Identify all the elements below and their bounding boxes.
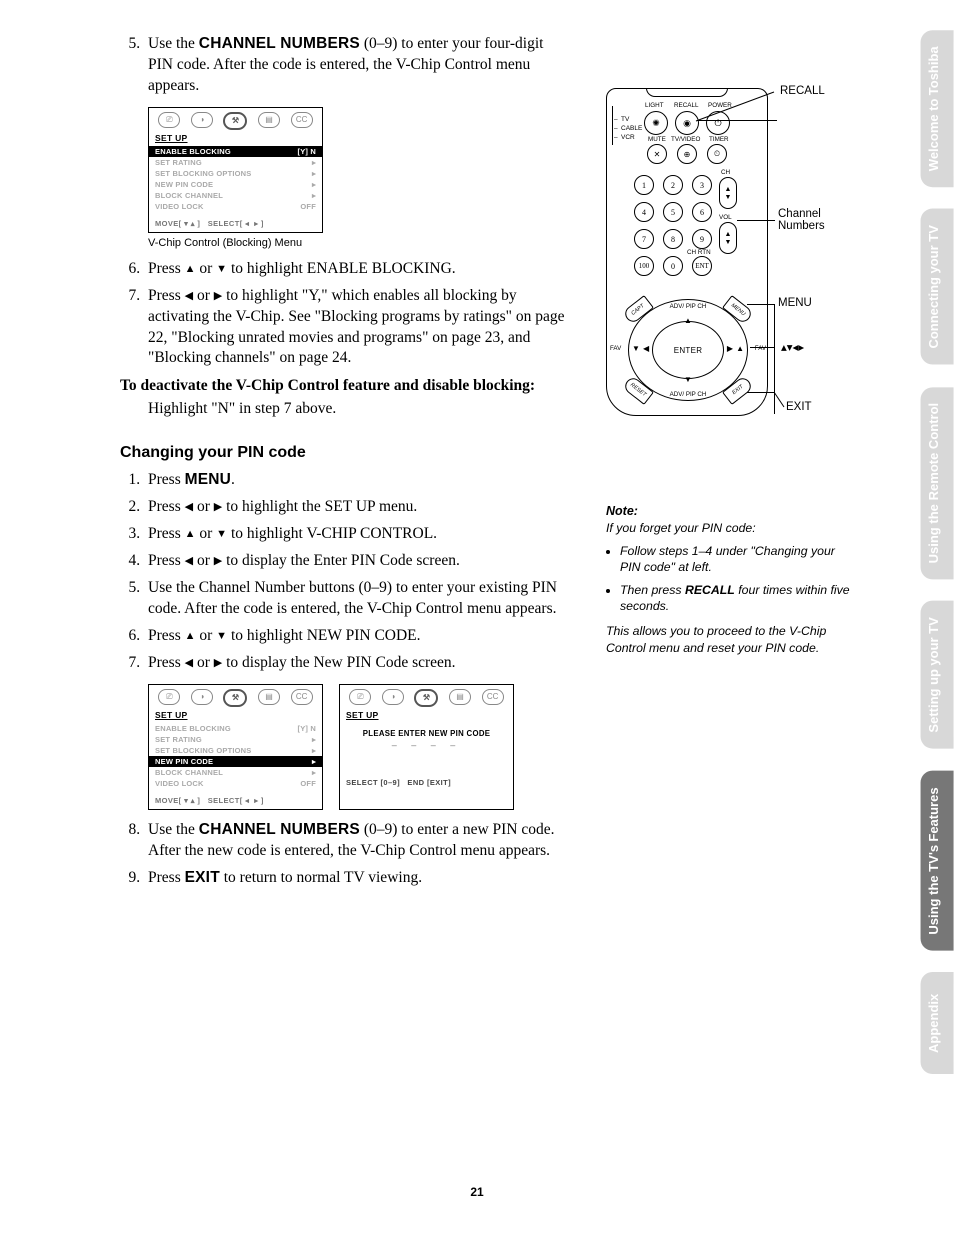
tab-connecting[interactable]: Connecting your TV xyxy=(921,209,954,365)
note-bullet-1: Follow steps 1–4 under "Changing your PI… xyxy=(620,543,856,576)
s2-step1: Press MENU. xyxy=(144,470,570,491)
num-5[interactable]: 5 xyxy=(663,202,683,222)
deactivate-heading: To deactivate the V-Chip Control feature… xyxy=(120,377,570,395)
osd-pin-entry: ⎚◑⚒▤CC SET UP PLEASE ENTER NEW PIN CODE … xyxy=(339,684,514,810)
tab-appendix[interactable]: Appendix xyxy=(921,972,954,1074)
num-8[interactable]: 8 xyxy=(663,229,683,249)
main-text-column: Use the CHANNEL NUMBERS (0–9) to enter y… xyxy=(120,34,570,894)
num-1[interactable]: 1 xyxy=(634,175,654,195)
ent-button[interactable]: ENT xyxy=(692,256,712,276)
num-9[interactable]: 9 xyxy=(692,229,712,249)
section-changing-pin: Changing your PIN code xyxy=(120,444,570,462)
vol-rocker[interactable]: ▲▼ xyxy=(719,222,737,254)
tab-welcome[interactable]: Welcome to Toshiba xyxy=(921,30,954,187)
s2-step9: Press EXIT to return to normal TV viewin… xyxy=(144,868,570,889)
num-2[interactable]: 2 xyxy=(663,175,683,195)
s2-step3: Press ▲ or ▼ to highlight V-CHIP CONTROL… xyxy=(144,524,570,545)
page-number: 21 xyxy=(470,1185,483,1199)
s2-step7: Press ◀ or ▶ to display the New PIN Code… xyxy=(144,653,570,674)
s2-step4: Press ◀ or ▶ to display the Enter PIN Co… xyxy=(144,551,570,572)
step-6: Press ▲ or ▼ to highlight ENABLE BLOCKIN… xyxy=(144,259,570,280)
enter-button[interactable]: ENTER xyxy=(652,321,724,379)
callout-menu: MENU xyxy=(778,297,812,309)
mode-selector[interactable]: TV CABLE VCR xyxy=(614,115,642,142)
osd-pair: ⎚◑⚒▤CC SET UP ENABLE BLOCKING[Y] N SET R… xyxy=(148,684,570,810)
timer-button[interactable]: ⏲ xyxy=(707,144,727,164)
note-tail: This allows you to proceed to the V-Chip… xyxy=(606,623,856,656)
s2-step8: Use the CHANNEL NUMBERS (0–9) to enter a… xyxy=(144,820,570,862)
num-0[interactable]: 0 xyxy=(663,256,683,276)
ch-rocker[interactable]: ▲▼ xyxy=(719,177,737,209)
num-4[interactable]: 4 xyxy=(634,202,654,222)
callout-numbers: Channel Numbers xyxy=(778,208,825,232)
s2-step6: Press ▲ or ▼ to highlight NEW PIN CODE. xyxy=(144,626,570,647)
tvvideo-button[interactable]: ⊕ xyxy=(677,144,697,164)
num-100[interactable]: 100 xyxy=(634,256,654,276)
osd-1-caption: V-Chip Control (Blocking) Menu xyxy=(148,237,570,249)
mute-button[interactable]: ✕ xyxy=(647,144,667,164)
note-intro: If you forget your PIN code: xyxy=(606,520,856,537)
s2-step2: Press ◀ or ▶ to highlight the SET UP men… xyxy=(144,497,570,518)
exit-button[interactable]: EXIT xyxy=(722,375,754,405)
osd-menu-1: ⎚◑⚒▤CC SET UP ENABLE BLOCKING[Y] N SET R… xyxy=(148,107,323,233)
tab-remote[interactable]: Using the Remote Control xyxy=(921,387,954,579)
osd-menu-2: ⎚◑⚒▤CC SET UP ENABLE BLOCKING[Y] N SET R… xyxy=(148,684,323,810)
num-6[interactable]: 6 xyxy=(692,202,712,222)
step-7: Press ◀ or ▶ to highlight "Y," which ena… xyxy=(144,286,570,370)
right-column: LIGHT RECALL POWER ✺ ◉ ⏻ TV CABLE VCR MU… xyxy=(606,34,856,894)
remote-diagram: LIGHT RECALL POWER ✺ ◉ ⏻ TV CABLE VCR MU… xyxy=(606,88,856,444)
note-bullet-2: Then press RECALL four times within five… xyxy=(620,582,856,615)
dpad: CAPT MENU RESET EXIT ADV/ PIP CH ▲ FAV ▼… xyxy=(628,299,748,401)
tab-setting-up[interactable]: Setting up your TV xyxy=(921,601,954,749)
menu-button[interactable]: MENU xyxy=(722,295,754,325)
step-5: Use the CHANNEL NUMBERS (0–9) to enter y… xyxy=(144,34,570,97)
num-7[interactable]: 7 xyxy=(634,229,654,249)
callout-arrows: ▴▾◂▸ xyxy=(781,340,804,354)
s2-step5: Use the Channel Number buttons (0–9) to … xyxy=(144,578,570,620)
note-title: Note: xyxy=(606,504,856,518)
tab-features[interactable]: Using the TV's Features xyxy=(921,771,954,951)
num-3[interactable]: 3 xyxy=(692,175,712,195)
light-button[interactable]: ✺ xyxy=(644,111,668,135)
capt-button[interactable]: CAPT xyxy=(622,295,654,325)
reset-button[interactable]: RESET xyxy=(622,375,654,405)
section-tabs: Welcome to Toshiba Connecting your TV Us… xyxy=(894,30,954,1074)
callout-recall: RECALL xyxy=(780,85,825,97)
deactivate-body: Highlight "N" in step 7 above. xyxy=(148,399,570,420)
